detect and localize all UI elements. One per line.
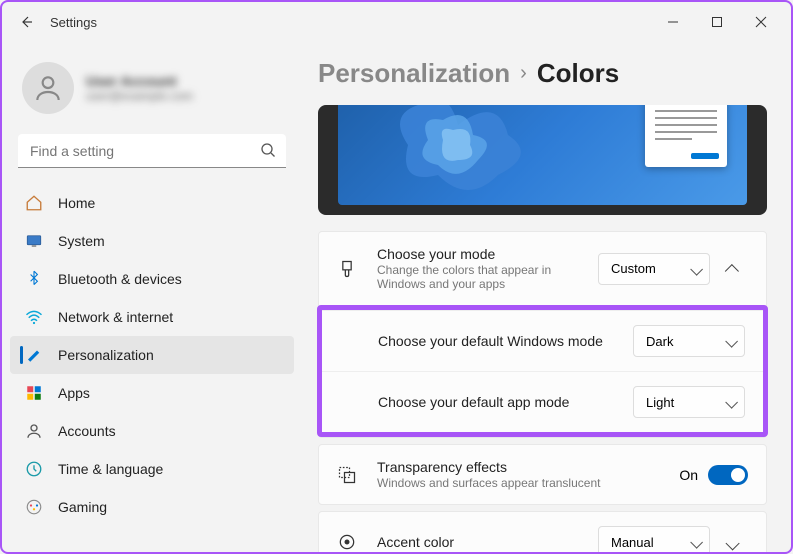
preview-window (645, 105, 727, 167)
gaming-icon (24, 497, 44, 517)
sidebar-item-label: Bluetooth & devices (58, 271, 182, 287)
sidebar-item-network[interactable]: Network & internet (10, 298, 294, 336)
sidebar-item-gaming[interactable]: Gaming (10, 488, 294, 526)
sidebar-item-label: Home (58, 195, 95, 211)
brush-icon (337, 259, 359, 279)
chevron-right-icon: › (520, 62, 527, 85)
sidebar-item-system[interactable]: System (10, 222, 294, 260)
transparency-title: Transparency effects (377, 459, 679, 475)
transparency-card: Transparency effects Windows and surface… (318, 444, 767, 505)
sidebar-item-label: Accounts (58, 423, 116, 439)
sidebar-item-label: System (58, 233, 105, 249)
breadcrumb-parent[interactable]: Personalization (318, 58, 510, 89)
sidebar-item-bluetooth[interactable]: Bluetooth & devices (10, 260, 294, 298)
accent-select[interactable]: Manual (598, 526, 710, 552)
profile-name: User Account (86, 73, 193, 89)
app-mode-row: Choose your default app mode Light (322, 371, 763, 432)
app-mode-select[interactable]: Light (633, 386, 745, 418)
avatar (22, 62, 74, 114)
accent-icon (337, 532, 359, 552)
accent-color-card: Accent color Manual (318, 511, 767, 552)
search-container (18, 134, 286, 168)
sidebar-item-time[interactable]: Time & language (10, 450, 294, 488)
profile-email: user@example.com (86, 89, 193, 103)
theme-preview (318, 105, 767, 215)
account-icon (24, 421, 44, 441)
sidebar-item-accounts[interactable]: Accounts (10, 412, 294, 450)
mode-select[interactable]: Custom (598, 253, 710, 285)
windows-mode-select[interactable]: Dark (633, 325, 745, 357)
content-area: Personalization › Colors (302, 42, 791, 552)
time-icon (24, 459, 44, 479)
chevron-down-icon (726, 536, 740, 550)
profile-section[interactable]: User Account user@example.com (10, 54, 294, 122)
app-mode-title: Choose your default app mode (378, 394, 633, 410)
sidebar-item-label: Apps (58, 385, 90, 401)
transparency-toggle[interactable] (708, 465, 748, 485)
bluetooth-icon (24, 269, 44, 289)
expand-button[interactable] (720, 528, 748, 552)
titlebar: Settings (2, 2, 791, 42)
chevron-up-icon (725, 264, 739, 278)
apps-icon (24, 383, 44, 403)
sidebar-item-label: Gaming (58, 499, 107, 515)
choose-mode-card: Choose your mode Change the colors that … (318, 231, 767, 438)
sidebar: User Account user@example.com Home Syste… (2, 42, 302, 552)
minimize-button[interactable] (651, 6, 695, 38)
expand-button[interactable] (720, 255, 748, 283)
sidebar-item-label: Personalization (58, 347, 154, 363)
window-title: Settings (50, 15, 97, 30)
breadcrumb: Personalization › Colors (318, 58, 767, 89)
search-icon (260, 142, 276, 163)
sidebar-item-label: Network & internet (58, 309, 173, 325)
maximize-button[interactable] (695, 6, 739, 38)
sidebar-item-label: Time & language (58, 461, 163, 477)
mode-subtitle: Change the colors that appear in Windows… (377, 263, 598, 291)
sidebar-item-home[interactable]: Home (10, 184, 294, 222)
highlighted-section: Choose your default Windows mode Dark Ch… (317, 305, 768, 437)
wallpaper-graphic (378, 105, 538, 205)
home-icon (24, 193, 44, 213)
system-icon (24, 231, 44, 251)
close-button[interactable] (739, 6, 783, 38)
sidebar-item-apps[interactable]: Apps (10, 374, 294, 412)
back-button[interactable] (10, 6, 42, 38)
transparency-subtitle: Windows and surfaces appear translucent (377, 476, 679, 490)
search-input[interactable] (18, 134, 286, 168)
accent-title: Accent color (377, 534, 598, 550)
window-controls (651, 6, 783, 38)
sidebar-item-personalization[interactable]: Personalization (10, 336, 294, 374)
windows-mode-title: Choose your default Windows mode (378, 333, 633, 349)
brush-icon (24, 345, 44, 365)
breadcrumb-current: Colors (537, 58, 619, 89)
toggle-state-label: On (679, 467, 698, 483)
mode-title: Choose your mode (377, 246, 598, 262)
transparency-icon (337, 465, 359, 485)
windows-mode-row: Choose your default Windows mode Dark (322, 310, 763, 371)
wifi-icon (24, 307, 44, 327)
